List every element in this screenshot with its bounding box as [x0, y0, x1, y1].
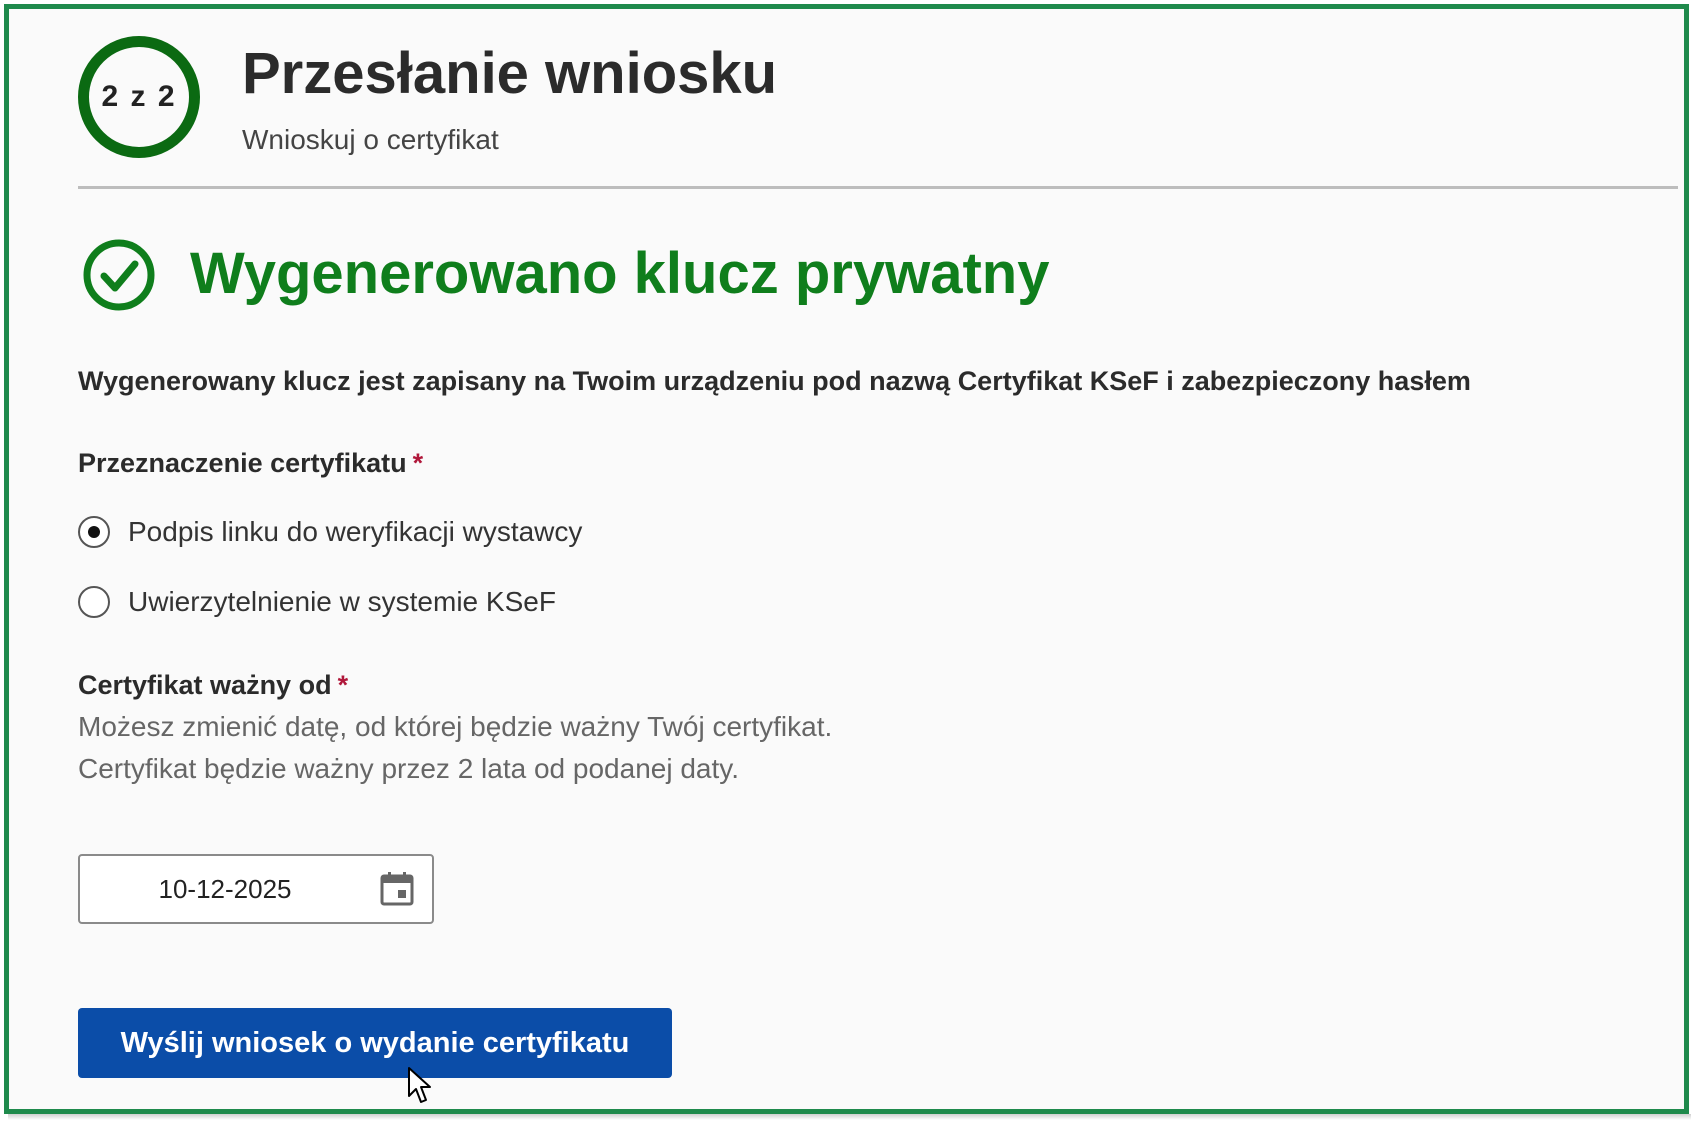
required-mark: *	[337, 670, 349, 700]
info-text: Wygenerowany klucz jest zapisany na Twoi…	[78, 366, 1471, 396]
radio-button-selected[interactable]	[78, 516, 110, 548]
radio-dot	[88, 526, 100, 538]
step-indicator: 2 z 2	[78, 36, 200, 158]
page-subtitle: Wnioskuj o certyfikat	[242, 124, 499, 155]
success-title: Wygenerowano klucz prywatny	[190, 241, 1050, 306]
radio-option-ksef-auth[interactable]: Uwierzytelnienie w systemie KSeF	[78, 586, 556, 618]
page-title: Przesłanie wniosku	[242, 41, 778, 106]
submit-request-button[interactable]: Wyślij wniosek o wydanie certyfikatu	[78, 1008, 672, 1078]
date-field[interactable]	[78, 854, 434, 924]
check-circle-icon	[83, 239, 155, 311]
frame-shadow	[8, 1114, 1691, 1120]
step-indicator-label: 2 z 2	[101, 80, 177, 113]
date-input[interactable]	[80, 856, 370, 922]
radio-label: Uwierzytelnienie w systemie KSeF	[128, 586, 556, 617]
valid-from-label: Certyfikat ważny od *	[78, 670, 348, 701]
header-divider	[78, 186, 1678, 189]
mouse-cursor-icon	[408, 1067, 431, 1103]
purpose-label: Przeznaczenie certyfikatu *	[78, 448, 423, 479]
calendar-icon[interactable]	[378, 870, 416, 908]
radio-label: Podpis linku do weryfikacji wystawcy	[128, 516, 583, 547]
radio-button[interactable]	[78, 586, 110, 618]
purpose-label-text: Przeznaczenie certyfikatu	[78, 448, 407, 478]
required-mark: *	[412, 448, 424, 478]
radio-option-link-signature[interactable]: Podpis linku do weryfikacji wystawcy	[78, 516, 582, 548]
valid-from-label-text: Certyfikat ważny od	[78, 670, 332, 700]
valid-from-hint: Możesz zmienić datę, od której będzie wa…	[78, 711, 833, 784]
page-frame	[4, 4, 1689, 1114]
